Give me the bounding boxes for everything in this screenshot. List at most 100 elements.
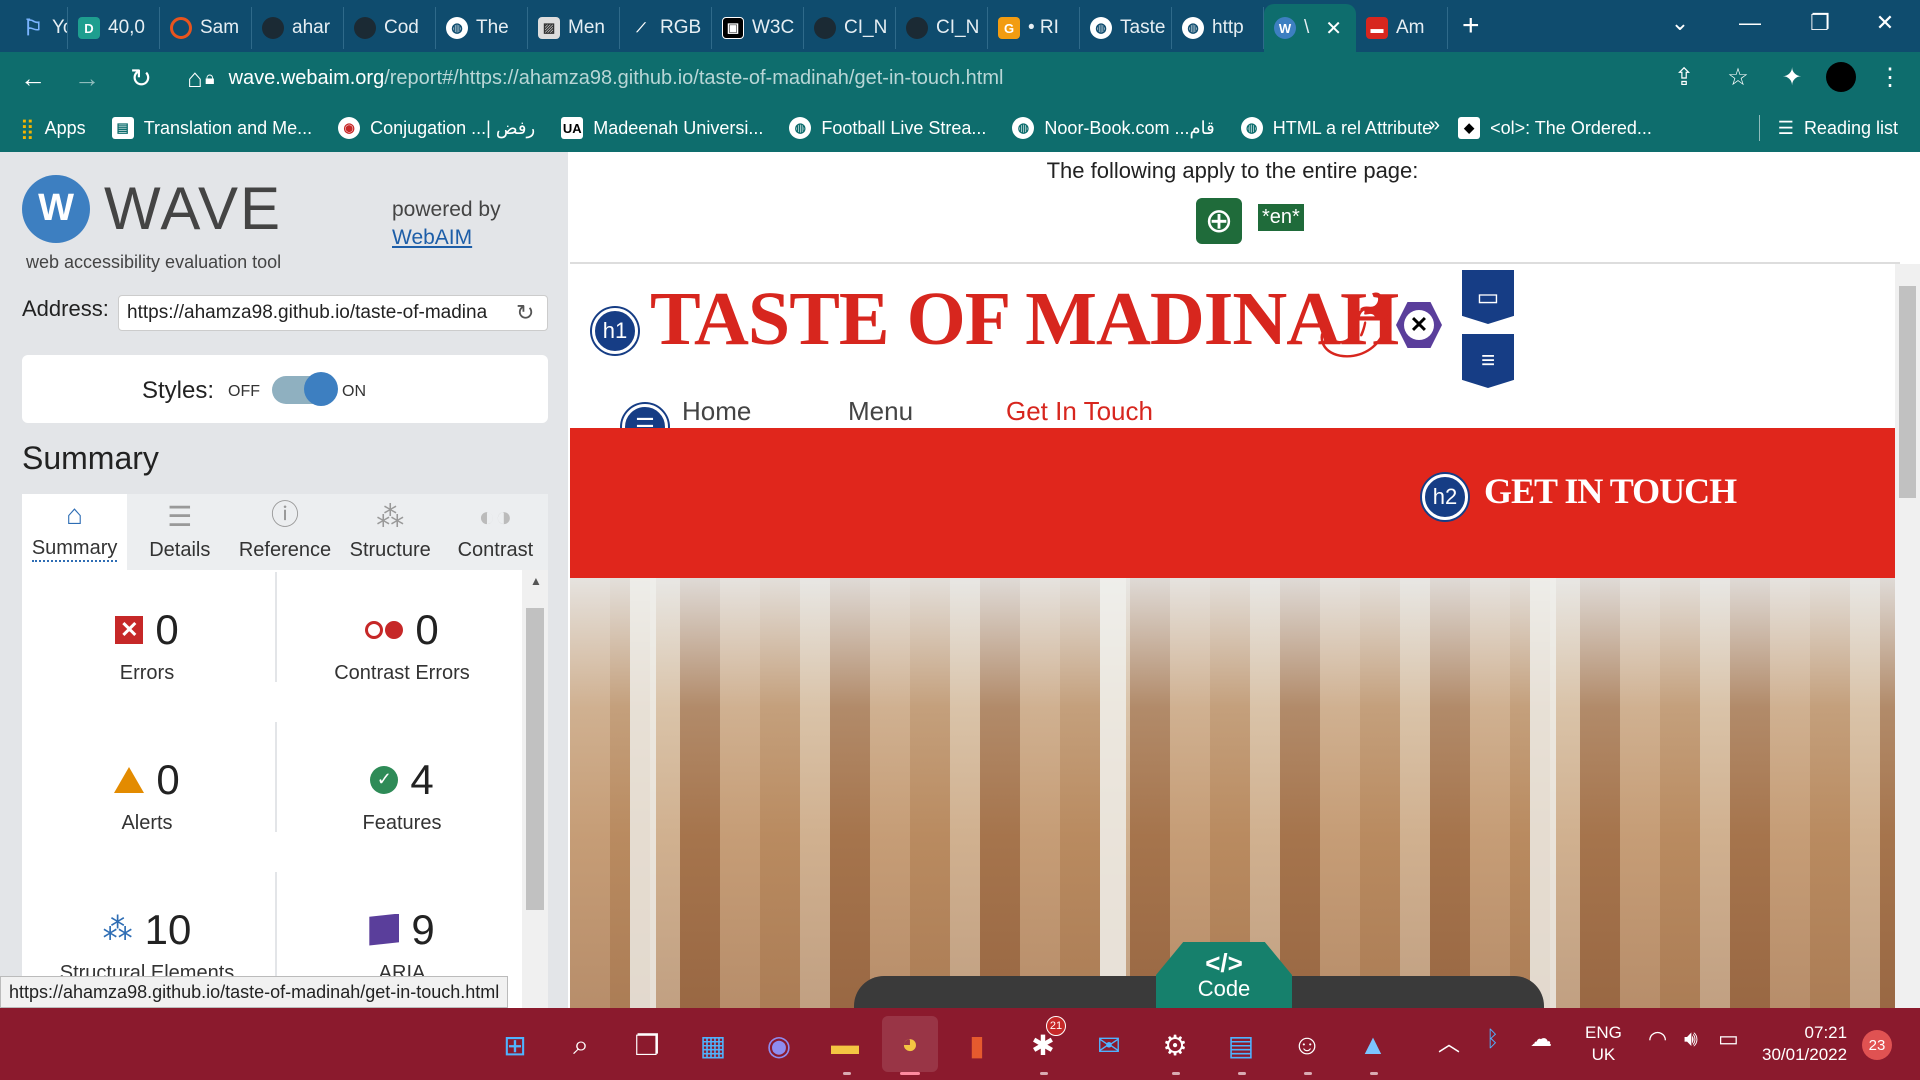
- bookmark-conjugation[interactable]: ◉ Conjugation ...| رفض: [338, 117, 535, 139]
- tab-6[interactable]: ◍ The: [436, 7, 528, 49]
- bookmark-madeenah[interactable]: UA Madeenah Universi...: [561, 117, 763, 139]
- notepad-icon[interactable]: ▤: [1220, 1024, 1262, 1066]
- tab-9[interactable]: ▣ W3C: [712, 7, 804, 49]
- nav-get-in-touch[interactable]: Get In Touch: [1006, 396, 1153, 427]
- h1-badge[interactable]: h1: [592, 308, 638, 354]
- tab-7[interactable]: ▨ Men: [528, 7, 620, 49]
- tab-details[interactable]: ☰ Details: [127, 494, 232, 570]
- teams-chat-icon[interactable]: ◉: [758, 1024, 800, 1066]
- tab-structure[interactable]: ⁂ Structure: [338, 494, 443, 570]
- bookmark-apps[interactable]: ⣿ Apps: [20, 116, 86, 141]
- running-indicator: [1370, 1072, 1378, 1075]
- tab-reference[interactable]: ⓘ Reference: [232, 494, 337, 570]
- battery-icon[interactable]: ▭: [1718, 1026, 1739, 1052]
- scroll-up-icon[interactable]: ▲: [530, 574, 542, 588]
- alerts-summary[interactable]: 0 Alerts: [22, 720, 272, 870]
- settings-icon[interactable]: ⚙: [1154, 1024, 1196, 1066]
- divider: [1758, 115, 1760, 141]
- tab-8[interactable]: ⟋ RGB: [620, 7, 712, 49]
- notification-center-badge[interactable]: 23: [1862, 1030, 1892, 1060]
- extensions-icon[interactable]: ✦: [1772, 56, 1812, 98]
- new-tab-button[interactable]: +: [1462, 9, 1480, 43]
- chevron-up-icon[interactable]: ︿: [1438, 1026, 1460, 1058]
- aria-hidden-x-icon[interactable]: ✕: [1396, 302, 1442, 348]
- tab-label: Taste: [1120, 17, 1166, 38]
- contrast-errors-summary[interactable]: 0 Contrast Errors: [277, 570, 527, 720]
- bookmark-football[interactable]: ◍ Football Live Strea...: [789, 117, 986, 139]
- tab-close-icon[interactable]: ✕: [1325, 16, 1342, 41]
- chrome-icon[interactable]: ◕: [882, 1016, 938, 1072]
- forward-arrow-icon[interactable]: →: [64, 55, 110, 101]
- language-indicator[interactable]: ENG UK: [1585, 1022, 1622, 1066]
- tab-wave-active[interactable]: W \ ✕: [1264, 4, 1356, 52]
- refresh-icon[interactable]: ↻: [516, 300, 534, 326]
- emoji-icon[interactable]: ☺: [1286, 1024, 1328, 1066]
- close-window-button[interactable]: ✕: [1850, 0, 1920, 46]
- scrollbar-thumb[interactable]: [1899, 286, 1916, 498]
- tab-summary[interactable]: ⌂ Summary: [22, 494, 128, 570]
- styles-toggle[interactable]: [272, 372, 338, 406]
- tab-12[interactable]: G • RI: [988, 7, 1080, 49]
- aria-document-icon[interactable]: ▭: [1462, 270, 1514, 324]
- back-arrow-icon[interactable]: ←: [10, 55, 56, 101]
- kebab-menu-icon[interactable]: ⋮: [1870, 56, 1910, 98]
- tab-search-icon[interactable]: ⌄: [1645, 0, 1715, 46]
- bookmark-translation[interactable]: ▤ Translation and Me...: [111, 117, 312, 139]
- address-bar[interactable]: 🔒︎ wave.webaim.org/report#/https://ahamz…: [205, 58, 1750, 98]
- preview-scrollbar[interactable]: [1895, 264, 1920, 1008]
- tab-16[interactable]: ▬ Am: [1356, 7, 1448, 49]
- reading-list-button[interactable]: ☰ Reading list: [1758, 115, 1898, 141]
- profile-avatar[interactable]: [1826, 62, 1856, 92]
- tab-2[interactable]: D 40,0: [68, 7, 160, 49]
- tab-10[interactable]: CI_N: [804, 7, 896, 49]
- tab-11[interactable]: CI_N: [896, 7, 988, 49]
- photos-icon[interactable]: ▲: [1352, 1024, 1394, 1066]
- tab-13[interactable]: ◍ Taste: [1080, 7, 1172, 49]
- bluetooth-icon[interactable]: ᛒ: [1486, 1026, 1499, 1052]
- restore-button[interactable]: ❐: [1785, 0, 1855, 46]
- system-clock[interactable]: 07:21 30/01/2022: [1762, 1022, 1847, 1066]
- features-summary[interactable]: ✓ 4 Features: [277, 720, 527, 870]
- office-icon[interactable]: ▮: [956, 1024, 998, 1066]
- nav-menu[interactable]: Menu: [848, 396, 913, 427]
- tab-14[interactable]: ◍ http: [1172, 7, 1264, 49]
- tab-youtube[interactable]: ⚐ Yout: [0, 7, 68, 49]
- scrollbar-thumb[interactable]: [526, 608, 544, 910]
- code-toggle-button[interactable]: </> Code: [1156, 942, 1292, 1008]
- tab-5[interactable]: Cod: [344, 7, 436, 49]
- wave-address-input[interactable]: https://ahamza98.github.io/taste-of-madi…: [118, 295, 548, 331]
- contrast-icon: ◐◑: [478, 501, 513, 532]
- webaim-link[interactable]: WebAIM: [392, 226, 472, 249]
- errors-summary[interactable]: ✕ 0 Errors: [22, 570, 272, 720]
- bookmark-ol[interactable]: ◆ <ol>: The Ordered...: [1458, 117, 1652, 139]
- aria-list-icon[interactable]: ≡: [1462, 334, 1514, 388]
- windows-start-icon[interactable]: ⊞: [494, 1024, 536, 1066]
- sidebar-scrollbar[interactable]: ▲: [522, 570, 548, 1008]
- bookmark-html-rel[interactable]: ◍ HTML a rel Attribute: [1240, 117, 1432, 139]
- star-icon[interactable]: ☆: [1718, 56, 1758, 98]
- bookmark-noorbook[interactable]: ◍ Noor-Book.com ...قام: [1012, 117, 1215, 139]
- task-view-icon[interactable]: ❐: [626, 1024, 668, 1066]
- h2-badge[interactable]: h2: [1422, 474, 1468, 520]
- wifi-icon[interactable]: ◠: [1648, 1026, 1667, 1052]
- globe-icon: ◍: [1240, 117, 1263, 139]
- share-icon[interactable]: ⇪: [1664, 56, 1704, 98]
- volume-icon[interactable]: 🔊︎: [1684, 1026, 1698, 1052]
- language-badge[interactable]: *en*: [1258, 204, 1304, 231]
- widgets-icon[interactable]: ▦: [692, 1024, 734, 1066]
- alert-icon: [114, 766, 145, 793]
- tab-contrast[interactable]: ◐◑ Contrast: [443, 494, 548, 570]
- file-explorer-icon[interactable]: ▬: [824, 1024, 866, 1066]
- mail-icon[interactable]: ✉: [1088, 1024, 1130, 1066]
- minimize-button[interactable]: —: [1715, 0, 1785, 46]
- onedrive-cloud-icon[interactable]: ☁: [1530, 1026, 1552, 1052]
- tab-4[interactable]: ahar: [252, 7, 344, 49]
- tab-3[interactable]: Sam: [160, 7, 252, 49]
- nav-home[interactable]: Home: [682, 396, 751, 427]
- styles-on-label: ON: [342, 383, 366, 400]
- reload-icon[interactable]: ↻: [118, 55, 164, 101]
- language-globe-icon[interactable]: ⊕: [1196, 198, 1242, 244]
- search-icon[interactable]: ⌕: [560, 1024, 602, 1066]
- github-icon: [906, 17, 928, 39]
- bookmarks-overflow-icon[interactable]: »: [1429, 114, 1440, 137]
